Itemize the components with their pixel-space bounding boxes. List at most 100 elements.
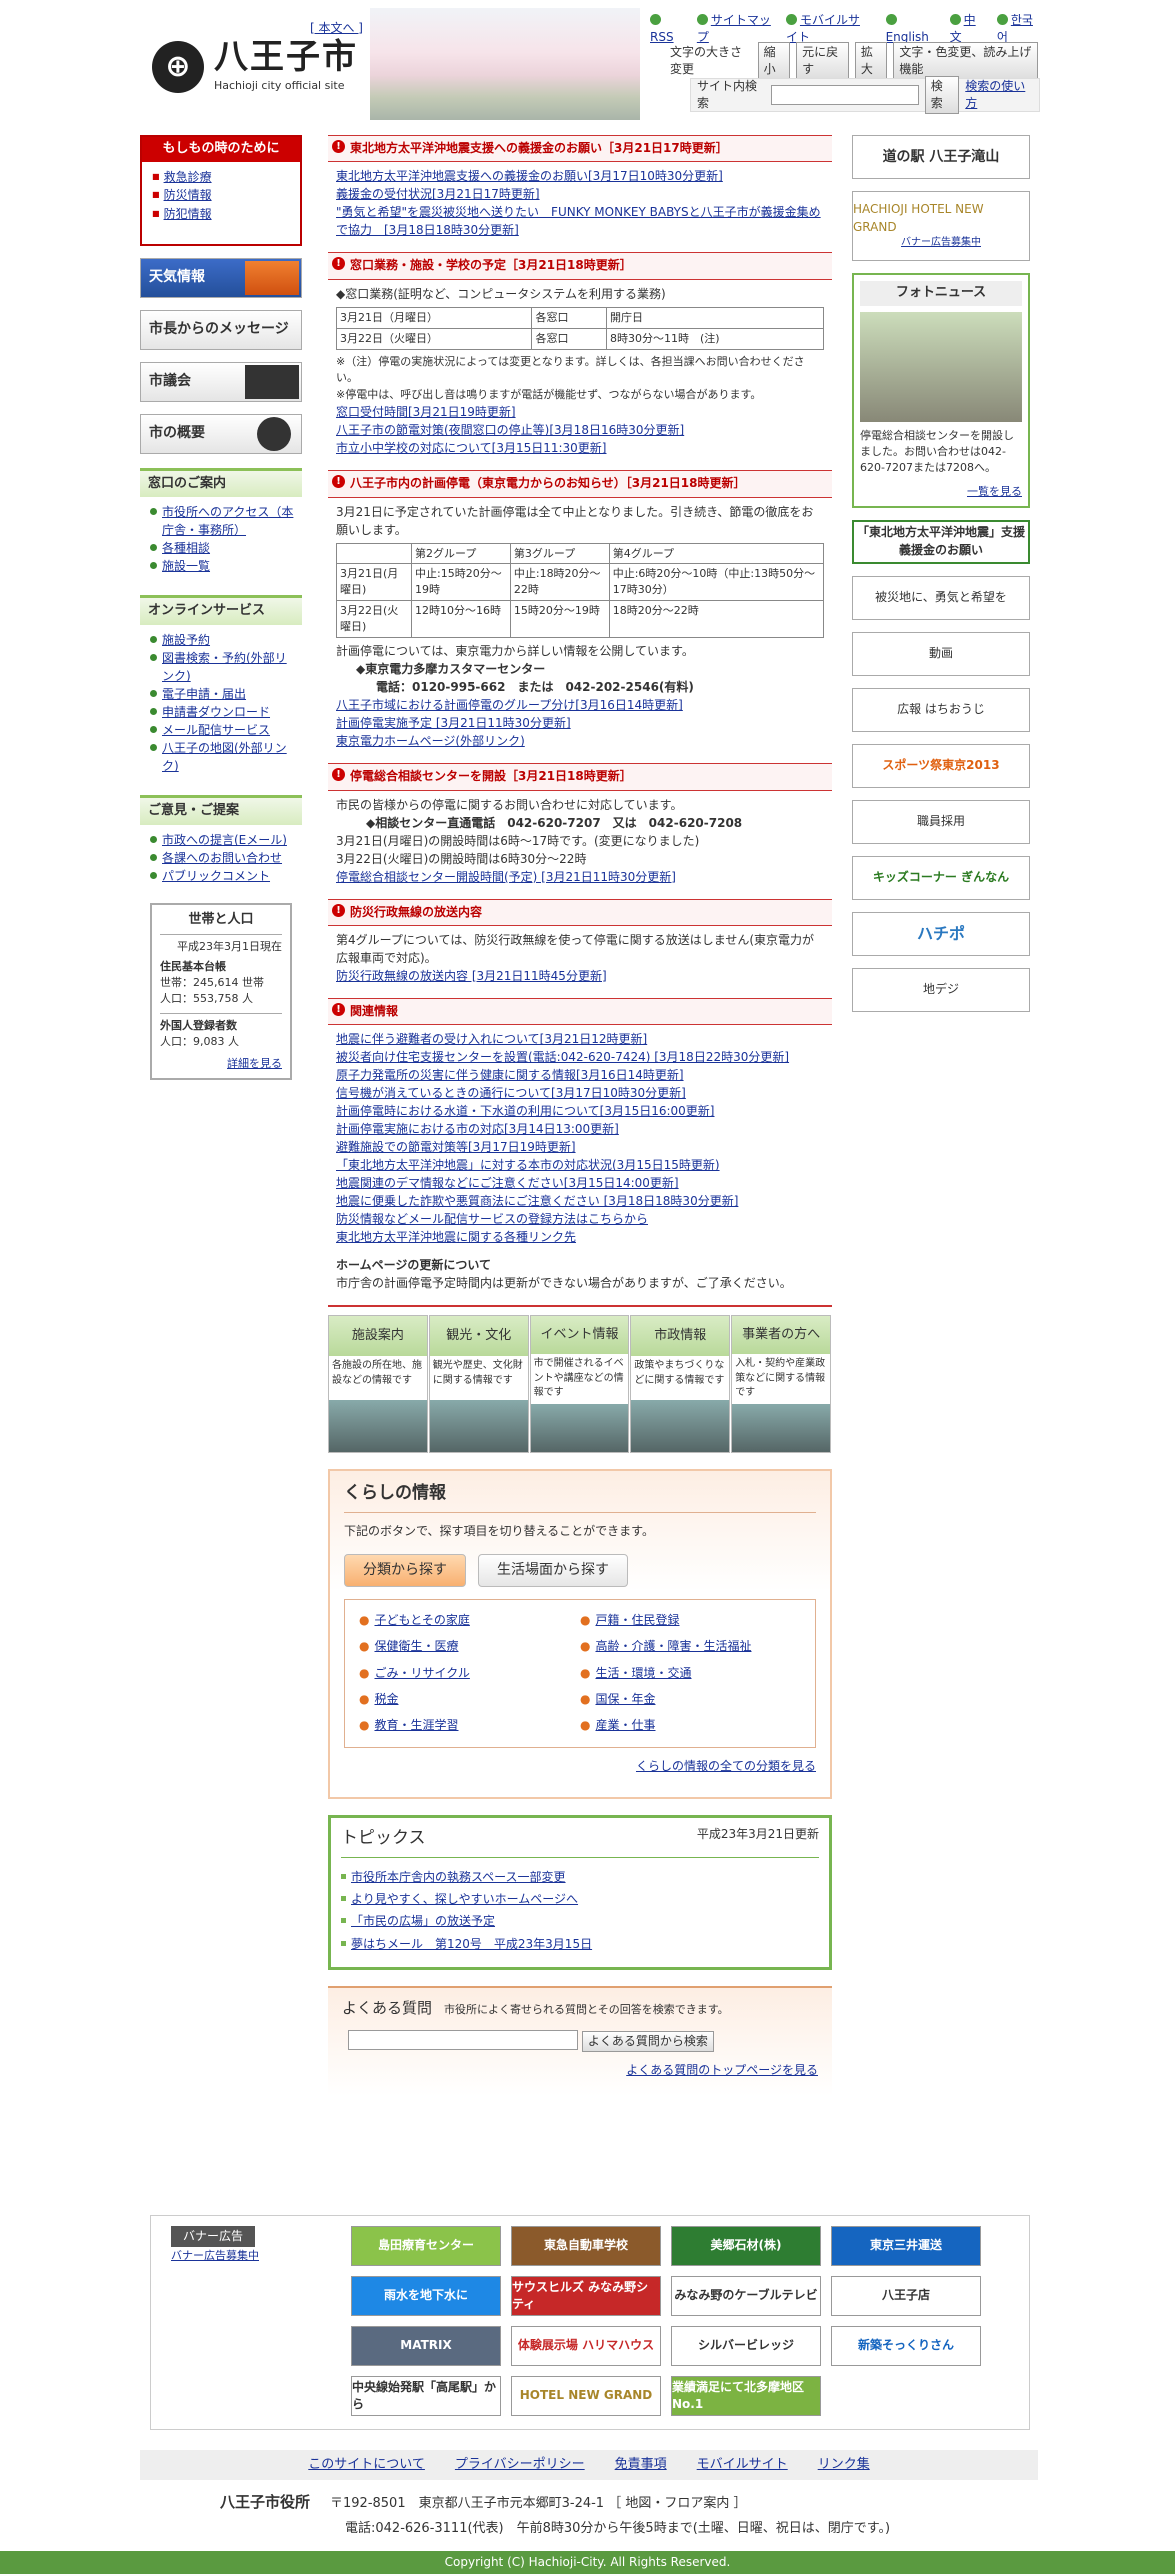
footer-link[interactable]: このサイトについて (308, 2456, 425, 2475)
ad-banner[interactable]: シルバービレッジ (671, 2326, 821, 2366)
nav-link[interactable]: 図書検索・予約(外部リンク) (162, 651, 287, 683)
emergency-link[interactable]: 防災情報 (164, 188, 212, 202)
nav-link[interactable]: 申請書ダウンロード (162, 705, 270, 719)
faq-top-link[interactable]: よくある質問のトップページを見る (626, 2063, 818, 2077)
category-link[interactable]: 高齢・介護・障害・生活福祉 (595, 1639, 751, 1653)
news-link[interactable]: 防災情報などメール配信サービスの登録方法はこちらから (336, 1212, 648, 1226)
news-link[interactable]: 地震に伴う避難者の受け入れについて[3月21日12時更新] (336, 1032, 647, 1046)
ad-banner[interactable]: 東京三井運送 (831, 2226, 981, 2266)
news-link[interactable]: 地震関連のデマ情報などにご注意ください[3月15日14:00更新] (336, 1176, 679, 1190)
news-link[interactable]: 停電総合相談センター開設時間(予定) [3月21日11時30分更新] (336, 870, 676, 884)
faq-search-button[interactable]: よくある質問から検索 (581, 2030, 714, 2053)
shrink-button[interactable]: 縮小 (757, 42, 791, 81)
topic-link[interactable]: 夢はちメール 第120号 平成23年3月15日 (351, 1937, 592, 1951)
nav-link[interactable]: 各種相談 (162, 541, 210, 555)
emergency-link[interactable]: 防犯情報 (164, 207, 212, 221)
tile-events[interactable]: イベント情報 市で開催されるイベントや講座などの情報です (529, 1315, 630, 1454)
tile-facilities[interactable]: 施設案内 各施設の所在地、施設などの情報です (328, 1315, 428, 1454)
support-banner[interactable]: 被災地に、勇気と希望を (852, 575, 1030, 620)
faq-search-input[interactable] (348, 2030, 578, 2051)
nav-link[interactable]: 電子申請・届出 (162, 687, 246, 701)
ad-banner[interactable]: 島田療育センター (351, 2226, 501, 2266)
hotel-banner[interactable]: HACHIOJI HOTEL NEW GRAND バナー広告募集中 (852, 191, 1030, 261)
ad-recruit-link[interactable]: バナー広告募集中 (901, 236, 981, 251)
koho-banner[interactable]: 広報 はちおうじ (852, 687, 1030, 732)
city-overview-button[interactable]: 市の概要 (140, 413, 302, 454)
ad-banner[interactable]: 八王子店 (831, 2276, 981, 2316)
nav-link[interactable]: 八王子の地図(外部リンク) (162, 741, 287, 773)
footer-link[interactable]: 免責事項 (615, 2456, 667, 2475)
weather-button[interactable]: 天気情報 (140, 257, 302, 298)
news-link[interactable]: 八王子市域における計画停電のグループ分け[3月16日14時更新] (336, 698, 683, 712)
photo-news-more[interactable]: 一覧を見る (967, 485, 1022, 498)
news-link[interactable]: 東北地方太平洋沖地震に関する各種リンク先 (336, 1230, 576, 1244)
category-link[interactable]: 保健衛生・医療 (374, 1639, 458, 1653)
nav-link[interactable]: メール配信サービス (162, 723, 270, 737)
topic-link[interactable]: より見やすく、探しやすいホームページへ (351, 1892, 578, 1906)
skip-link[interactable]: [ 本文へ ] (310, 20, 363, 37)
ad-banner[interactable]: 雨水を地下水に (351, 2276, 501, 2316)
news-link[interactable]: 東北地方太平洋沖地震支援への義援金のお願い[3月17日10時30分更新] (336, 169, 723, 183)
news-link[interactable]: 窓口受付時間[3月21日19時更新] (336, 405, 516, 419)
category-link[interactable]: 国保・年金 (595, 1692, 655, 1706)
color-change-button[interactable]: 文字・色変更、読み上げ機能 (893, 42, 1038, 81)
ad-banner[interactable]: サウスヒルズ みなみ野シティ (511, 2276, 661, 2316)
kids-banner[interactable]: キッズコーナー ぎんなん (852, 855, 1030, 900)
category-link[interactable]: 税金 (374, 1692, 398, 1706)
news-link[interactable]: 原子力発電所の災害に伴う健康に関する情報[3月16日14時更新] (336, 1068, 684, 1082)
ad-banner[interactable]: HOTEL NEW GRAND (511, 2376, 661, 2416)
category-link[interactable]: 産業・仕事 (595, 1718, 655, 1732)
reset-size-button[interactable]: 元に戻す (796, 42, 849, 81)
digital-tv-banner[interactable]: 地デジ (852, 967, 1030, 1012)
category-link[interactable]: 戸籍・住民登録 (595, 1613, 679, 1627)
tile-tourism[interactable]: 観光・文化 観光や歴史、文化財に関する情報です (428, 1315, 529, 1454)
news-link[interactable]: 計画停電実施における市の対応[3月14日13:00更新] (336, 1122, 619, 1136)
news-link[interactable]: 市立小中学校の対応について[3月15日11:30更新] (336, 441, 607, 455)
footer-link[interactable]: モバイルサイト (697, 2456, 788, 2475)
news-link[interactable]: 計画停電時における水道・下水道の利用について[3月15日16:00更新] (336, 1104, 715, 1118)
news-link[interactable]: 八王子市の節電対策(夜間窓口の停止等)[3月18日16時30分更新] (336, 423, 684, 437)
sports-banner[interactable]: スポーツ祭東京2013 (852, 743, 1030, 788)
ad-banner[interactable]: 東急自動車学校 (511, 2226, 661, 2266)
news-link[interactable]: 被災者向け住宅支援センターを設置(電話:042-620-7424) [3月18日… (336, 1050, 789, 1064)
search-input[interactable] (770, 85, 919, 105)
mayor-message-button[interactable]: 市長からのメッセージ (140, 309, 302, 350)
nav-link[interactable]: 各課へのお問い合わせ (162, 851, 282, 865)
news-link[interactable]: 東京電力ホームページ(外部リンク) (336, 734, 525, 748)
category-link[interactable]: 生活・環境・交通 (595, 1666, 691, 1680)
banner-recruit-link[interactable]: バナー広告募集中 (171, 2248, 259, 2264)
news-link[interactable]: 「東北地方太平洋沖地震」に対する本市の対応状況(3月15日15時更新) (336, 1158, 720, 1172)
recruit-banner[interactable]: 職員採用 (852, 799, 1030, 844)
photo-news-image[interactable] (860, 311, 1022, 422)
footer-link[interactable]: リンク集 (818, 2456, 870, 2475)
enlarge-button[interactable]: 拡大 (854, 42, 888, 81)
category-link[interactable]: ごみ・リサイクル (374, 1666, 469, 1680)
ad-banner[interactable]: MATRIX (351, 2326, 501, 2366)
news-link[interactable]: 防災行政無線の放送内容 [3月21日11時45分更新] (336, 969, 607, 983)
news-link[interactable]: 避難施設での節電対策等[3月17日19時更新] (336, 1140, 576, 1154)
footer-link[interactable]: プライバシーポリシー (455, 2456, 585, 2475)
city-logo[interactable]: ⊕ 八王子市 Hachioji city official site (152, 40, 358, 94)
tab-by-scene[interactable]: 生活場面から探す (478, 1554, 628, 1587)
nav-link[interactable]: 市役所へのアクセス（本庁舎・事務所） (162, 505, 293, 537)
category-link[interactable]: 子どもとその家庭 (374, 1613, 469, 1627)
ad-banner[interactable]: みなみ野のケーブルテレビ (671, 2276, 821, 2316)
news-link[interactable]: "勇気と希望"を震災被災地へ送りたい FUNKY MONKEY BABYSと八王… (336, 205, 821, 237)
news-link[interactable]: 信号機が消えているときの通行について[3月17日10時30分更新] (336, 1086, 686, 1100)
tile-city-policy[interactable]: 市政情報 政策やまちづくりなどに関する情報です (630, 1315, 731, 1454)
search-help-link[interactable]: 検索の使い方 (965, 78, 1033, 113)
nav-link[interactable]: 施設一覧 (162, 559, 210, 573)
news-link[interactable]: 地震に便乗した詐欺や悪質商法にご注意ください [3月18日18時30分更新] (336, 1194, 738, 1208)
topic-link[interactable]: 「市民の広場」の放送予定 (351, 1914, 495, 1928)
ad-banner[interactable]: 体験展示場 ハリマハウス (511, 2326, 661, 2366)
tab-by-category[interactable]: 分類から探す (344, 1554, 466, 1587)
city-council-button[interactable]: 市議会 (140, 361, 302, 402)
search-button[interactable]: 検索 (924, 75, 960, 115)
michinoeki-banner[interactable]: 道の駅 八王子滝山 (852, 135, 1030, 179)
video-banner[interactable]: 動画 (852, 631, 1030, 676)
relief-banner[interactable]: 「東北地方太平洋沖地震」支援義援金のお願い (852, 519, 1030, 564)
ad-banner[interactable]: 業績満足にて北多摩地区No.1 (671, 2376, 821, 2416)
ad-banner[interactable]: 中央線始発駅「高尾駅」から (351, 2376, 501, 2416)
nav-link[interactable]: 施設予約 (162, 633, 210, 647)
ad-banner[interactable]: 美郷石材(株) (671, 2226, 821, 2266)
